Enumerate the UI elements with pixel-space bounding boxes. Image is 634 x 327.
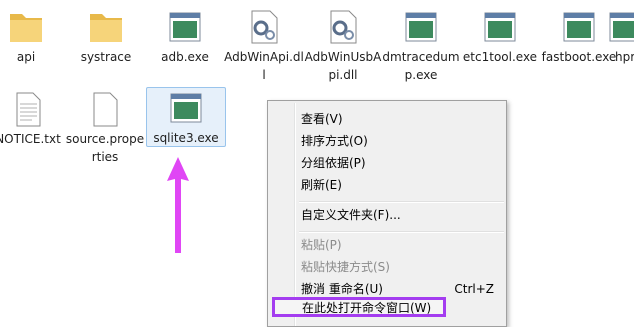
file-etc1tool-exe[interactable]: etc1tool.exe — [460, 8, 540, 66]
file-label: AdbWinApi.dll — [224, 50, 304, 82]
menu-item-label: 粘贴(P) — [301, 238, 342, 252]
file-label: sqlite3.exe — [153, 131, 219, 145]
menu-item-paste-shortcut[interactable]: 粘贴快捷方式(S) — [270, 257, 504, 277]
menu-item-sort-by[interactable]: 排序方式(O) — [270, 131, 504, 151]
file-adb-exe[interactable]: adb.exe — [145, 8, 225, 66]
exe-icon — [484, 12, 516, 42]
menu-item-open-command-window[interactable]: 在此处打开命令窗口(W) — [272, 297, 446, 317]
menu-item-label: 自定义文件夹(F)... — [301, 208, 401, 222]
dll-icon — [330, 10, 357, 44]
menu-item-label: 粘贴快捷方式(S) — [301, 260, 390, 274]
exe-icon — [563, 12, 595, 42]
menu-item-paste[interactable]: 粘贴(P) — [270, 235, 504, 255]
folder-icon — [10, 14, 42, 42]
file-label: hprof — [615, 50, 634, 64]
file-systrace[interactable]: systrace — [66, 8, 146, 66]
file-api[interactable]: api — [0, 8, 66, 66]
file-label: etc1tool.exe — [462, 50, 538, 64]
menu-item-label: 在此处打开命令窗口(W) — [302, 301, 432, 315]
file-label: NOTICE.txt — [0, 132, 61, 146]
document-icon — [93, 92, 118, 127]
menu-item-customize-folder[interactable]: 自定义文件夹(F)... — [270, 205, 504, 225]
menu-separator — [299, 201, 504, 203]
file-label: source.properties — [65, 132, 145, 164]
exe-icon — [609, 12, 634, 42]
file-label: adb.exe — [161, 50, 209, 64]
exe-icon — [405, 12, 437, 42]
arrow-up-icon — [167, 157, 189, 253]
file-label: AdbWinUsbApi.dll — [304, 50, 382, 82]
context-menu: 查看(V) 排序方式(O) 分组依据(P) 刷新(E) 自定义文件夹(F)...… — [267, 100, 507, 327]
menu-item-label: 刷新(E) — [301, 178, 342, 192]
menu-item-label: 撤消 重命名(U) — [301, 282, 383, 296]
menu-item-undo-rename[interactable]: 撤消 重命名(U) Ctrl+Z — [270, 279, 504, 299]
exe-icon — [170, 93, 202, 123]
file-dmtracedump-exe[interactable]: dmtracedump.exe — [381, 8, 461, 84]
file-hprof[interactable]: hprof — [604, 8, 634, 66]
file-sqlite3-exe[interactable]: sqlite3.exe — [146, 87, 226, 147]
menu-item-label: 排序方式(O) — [301, 134, 368, 148]
menu-item-label: 分组依据(P) — [301, 156, 366, 170]
menu-item-shortcut: Ctrl+Z — [454, 282, 494, 296]
file-label: dmtracedump.exe — [382, 50, 460, 82]
file-label: systrace — [80, 50, 132, 64]
file-adbwinapi-dll[interactable]: AdbWinApi.dll — [224, 8, 304, 84]
exe-icon — [169, 12, 201, 42]
menu-separator — [299, 231, 504, 233]
file-source-properties[interactable]: source.properties — [65, 90, 145, 166]
menu-item-group-by[interactable]: 分组依据(P) — [270, 153, 504, 173]
menu-item-view[interactable]: 查看(V) — [270, 109, 504, 129]
dll-icon — [251, 10, 278, 44]
brush-stroke-icon — [524, 82, 634, 327]
file-notice-txt[interactable]: NOTICE.txt — [0, 90, 68, 148]
file-adbwinusbapi-dll[interactable]: AdbWinUsbApi.dll — [303, 8, 383, 84]
menu-item-label: 查看(V) — [301, 112, 343, 126]
folder-icon — [90, 14, 122, 42]
file-label: api — [16, 50, 36, 64]
document-icon — [16, 92, 41, 127]
menu-item-refresh[interactable]: 刷新(E) — [270, 175, 504, 195]
